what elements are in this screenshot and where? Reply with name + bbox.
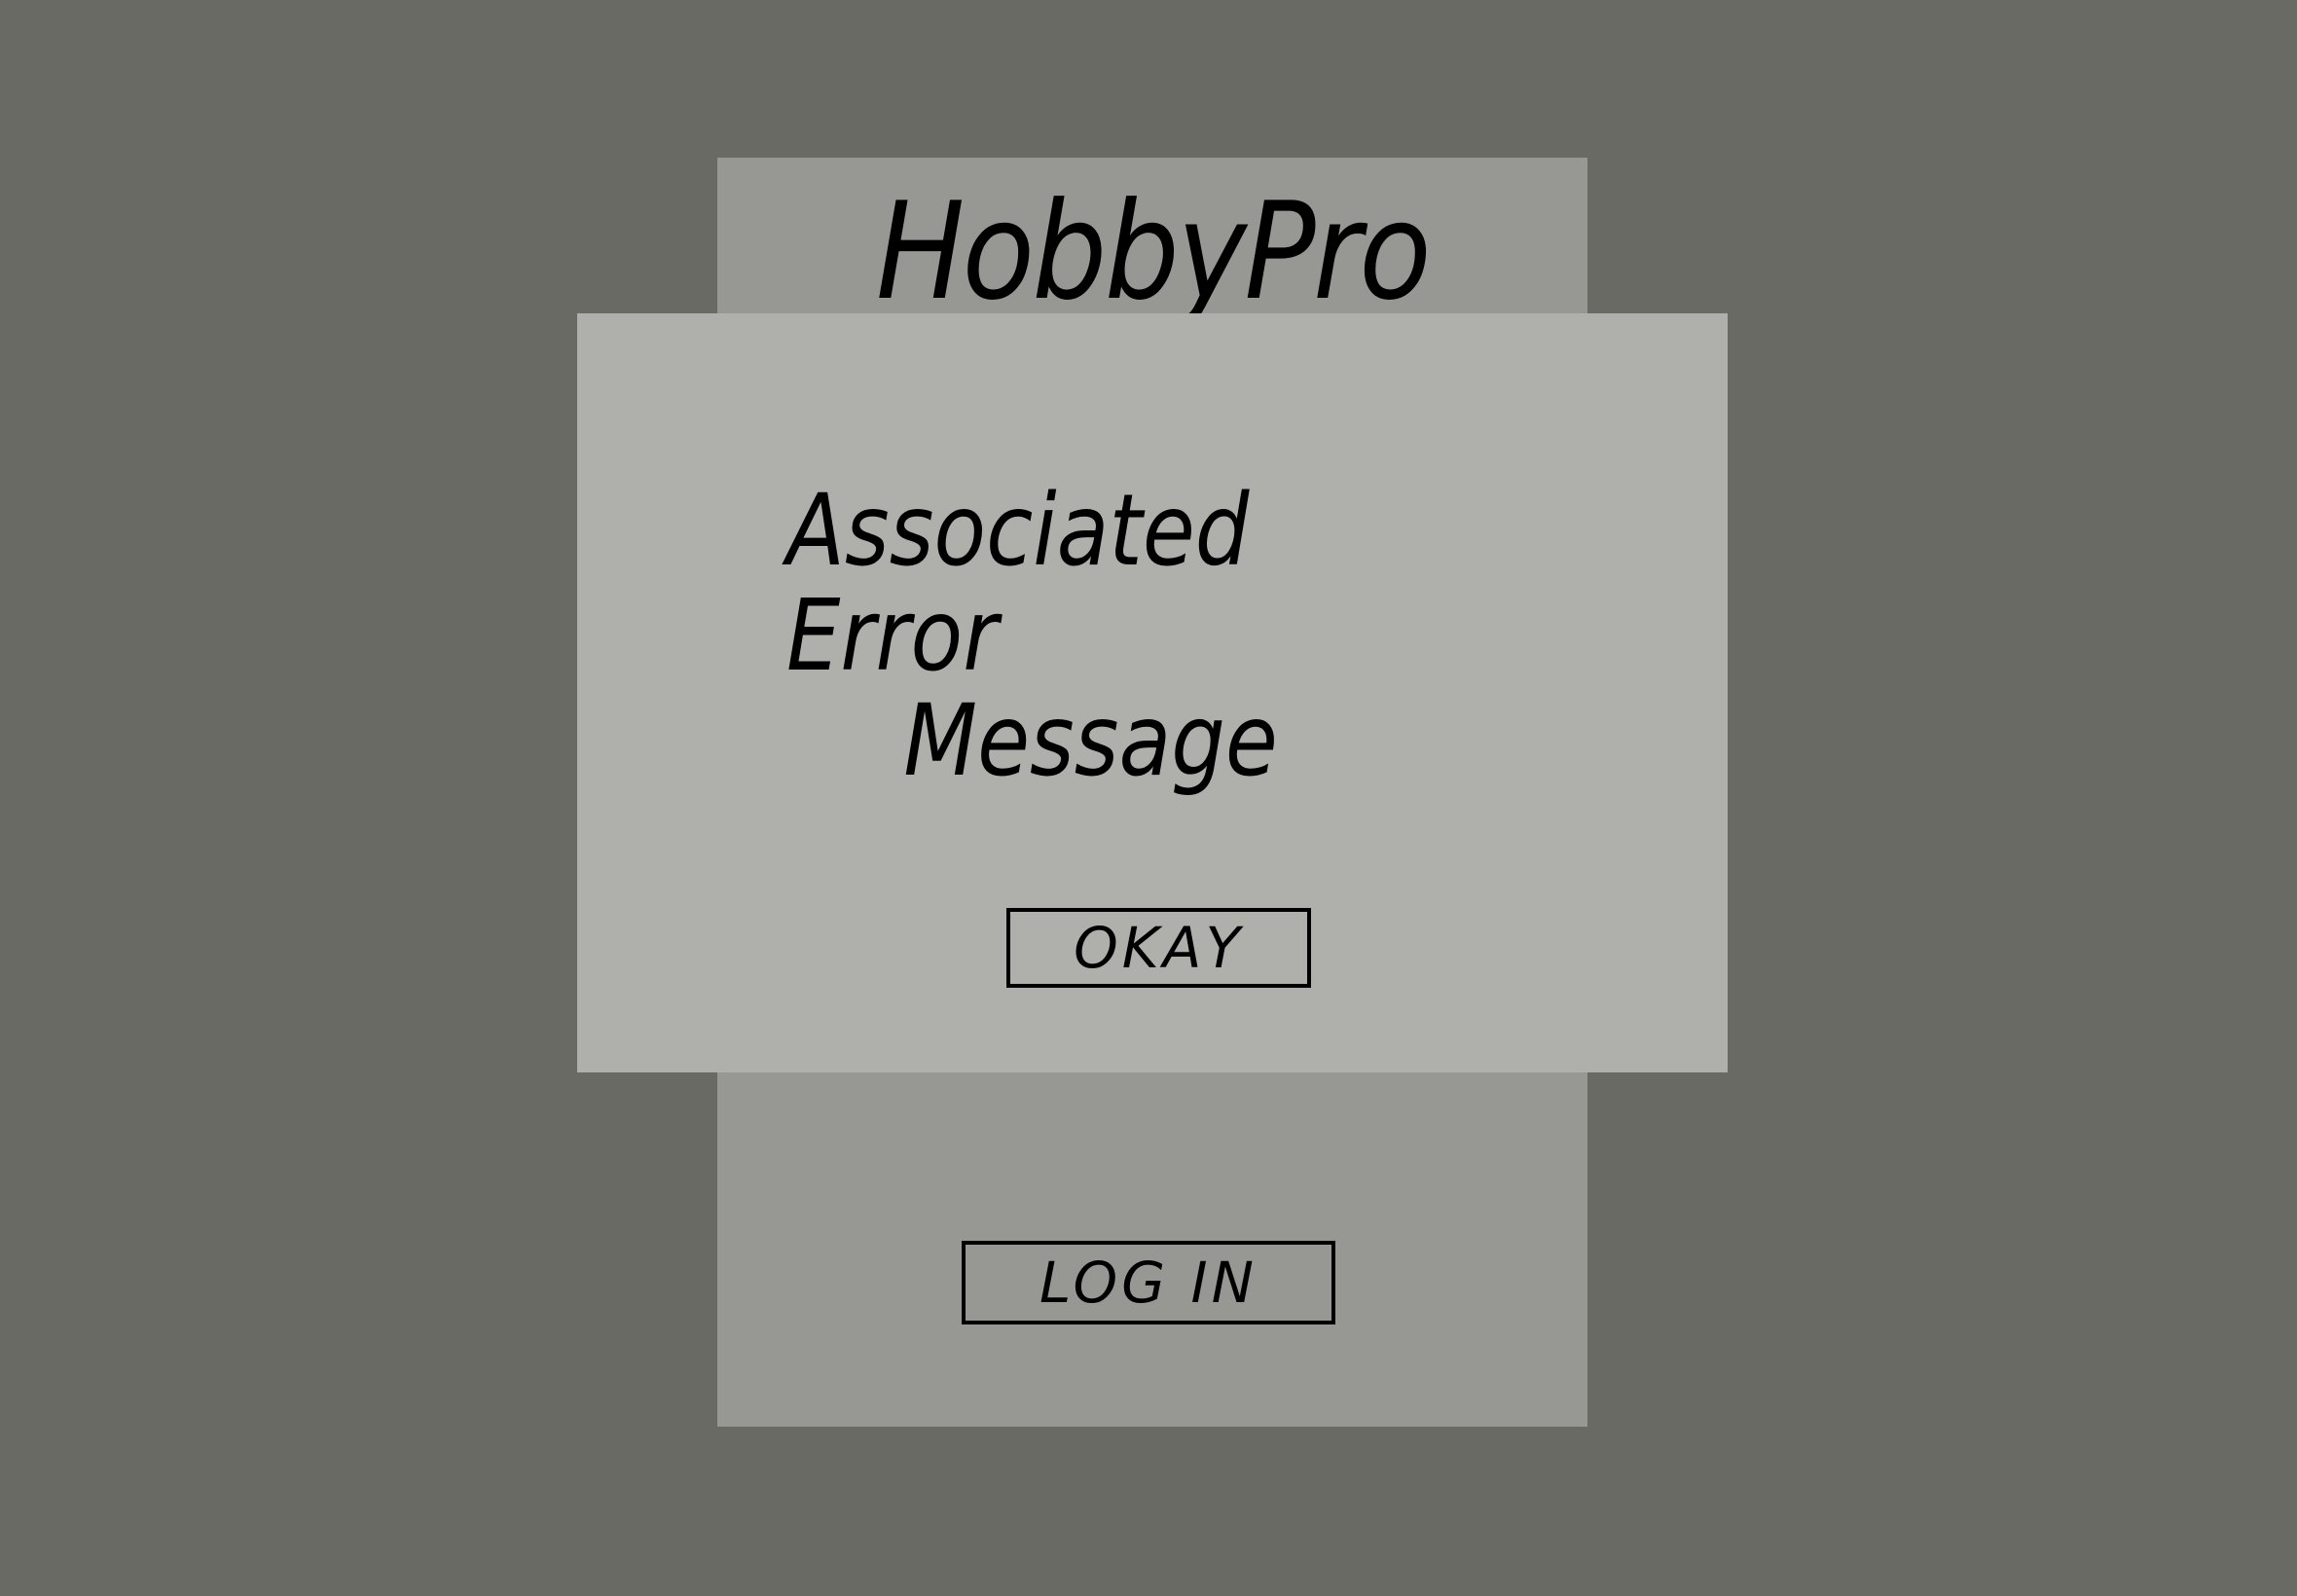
error-dialog: Associated Error Message OKAY: [577, 313, 1728, 1072]
screen: HobbyPro LOG IN Associated Error Message…: [0, 0, 2297, 1596]
error-message-line-2: Message: [903, 683, 1278, 799]
error-message-line-1: Associated Error: [786, 473, 1250, 694]
error-message: Associated Error Message: [786, 479, 1423, 794]
okay-button[interactable]: OKAY: [1006, 908, 1311, 988]
app-title: HobbyPro: [875, 173, 1432, 330]
login-button[interactable]: LOG IN: [962, 1241, 1335, 1324]
